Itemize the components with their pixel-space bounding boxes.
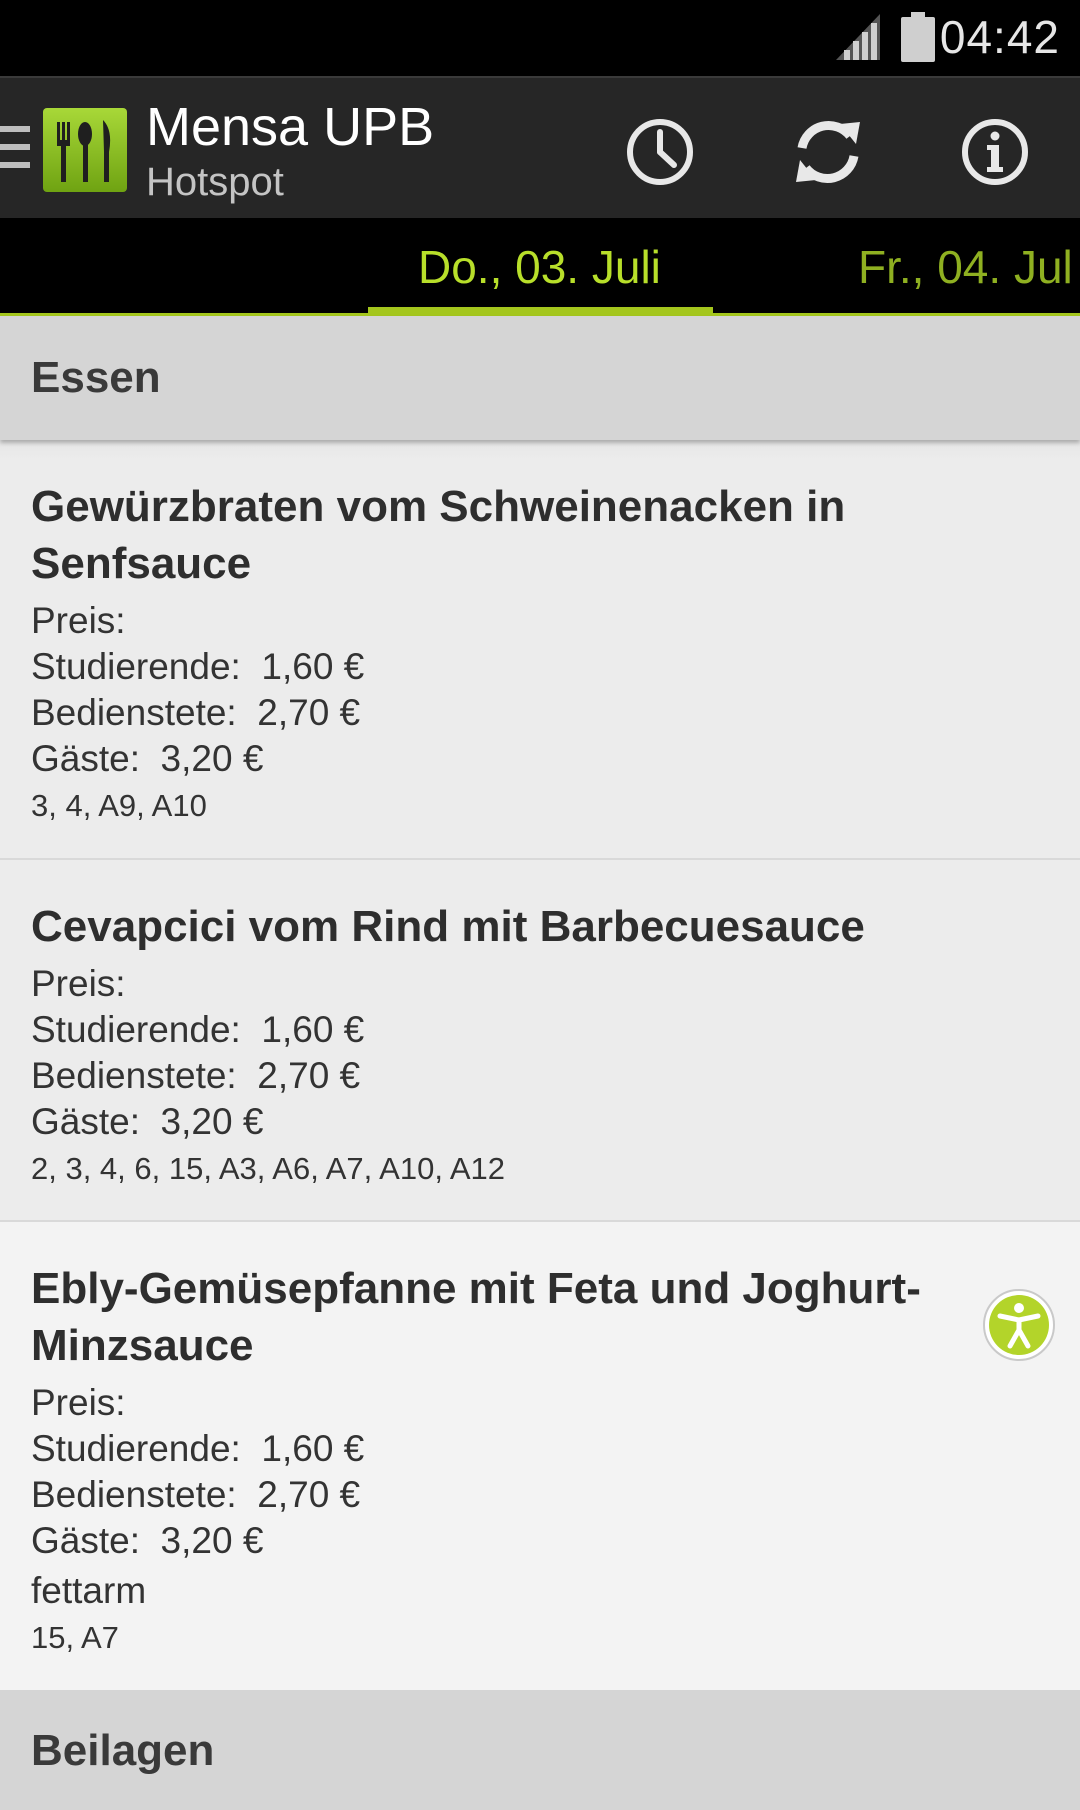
price-label: Preis: [31, 1382, 126, 1423]
date-tab-strip: Do., 03. Juli Fr., 04. Jul [0, 218, 1080, 316]
section-header-essen: Essen [0, 316, 1080, 440]
action-bar: Mensa UPB Hotspot [0, 76, 1080, 218]
tab-current-day[interactable]: Do., 03. Juli [418, 240, 661, 294]
status-bar: 04:42 [0, 0, 1080, 76]
active-tab-indicator [368, 307, 713, 316]
price-staff: Bedienstete: 2,70 € [31, 692, 361, 733]
signal-icon [836, 14, 880, 60]
clock: 04:42 [939, 11, 1060, 63]
tab-next-day[interactable]: Fr., 04. Jul [858, 240, 1073, 294]
app-title: Mensa UPB [146, 97, 435, 157]
allergen-codes: 2, 3, 4, 6, 15, A3, A6, A7, A10, A12 [31, 1151, 505, 1186]
price-guests: Gäste: 3,20 € [31, 738, 264, 779]
refresh-icon[interactable] [788, 112, 868, 192]
price-students: Studierende: 1,60 € [31, 1428, 365, 1469]
price-label: Preis: [31, 600, 126, 641]
accessibility-icon[interactable] [982, 1288, 1056, 1362]
meal-item[interactable]: Ebly-Gemüsepfanne mit Feta und Joghurt-M… [0, 1222, 1080, 1690]
price-staff: Bedienstete: 2,70 € [31, 1474, 361, 1515]
allergen-codes: 3, 4, A9, A10 [31, 788, 207, 823]
price-students: Studierende: 1,60 € [31, 1009, 365, 1050]
meal-title: Cevapcici vom Rind mit Barbecuesauce [31, 902, 865, 951]
allergen-codes: 15, A7 [31, 1620, 119, 1655]
price-guests: Gäste: 3,20 € [31, 1101, 264, 1142]
drawer-icon[interactable] [0, 126, 32, 170]
price-staff: Bedienstete: 2,70 € [31, 1055, 361, 1096]
meal-title: Ebly-Gemüsepfanne mit Feta und Joghurt-M… [31, 1264, 921, 1370]
price-students: Studierende: 1,60 € [31, 646, 365, 687]
section-header-beilagen: Beilagen [0, 1690, 1080, 1810]
info-icon[interactable] [955, 112, 1035, 192]
app-subtitle: Hotspot [146, 160, 284, 204]
history-icon[interactable] [620, 112, 700, 192]
meal-item[interactable]: Gewürzbraten vom Schweinenacken in Senfs… [0, 440, 1080, 860]
battery-icon [901, 12, 935, 62]
meal-item[interactable]: Cevapcici vom Rind mit Barbecuesauce Pre… [0, 860, 1080, 1222]
meal-note: fettarm [31, 1570, 147, 1611]
app-logo-icon[interactable] [43, 108, 127, 192]
price-guests: Gäste: 3,20 € [31, 1520, 264, 1561]
price-label: Preis: [31, 963, 126, 1004]
meal-title: Gewürzbraten vom Schweinenacken in Senfs… [31, 482, 846, 588]
